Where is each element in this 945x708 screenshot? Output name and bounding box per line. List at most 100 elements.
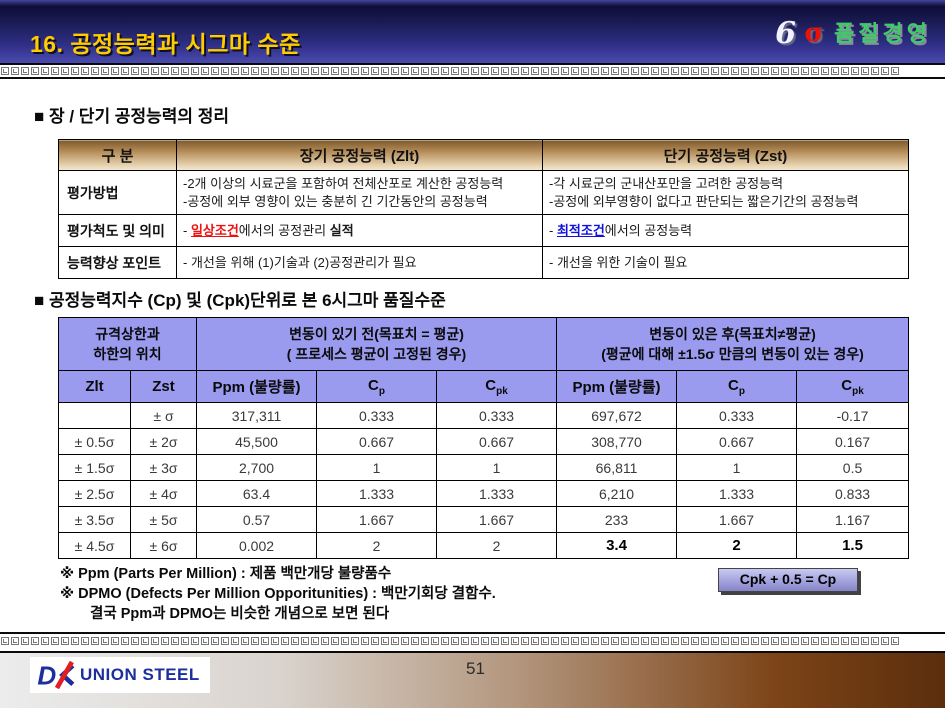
meander-tile [431,637,439,645]
meander-tile [811,67,819,75]
meander-tile [281,67,289,75]
meander-tile [531,67,539,75]
table-cell: 0.667 [677,429,797,455]
meander-tile [141,67,149,75]
table-row: ± 3.5σ± 5σ0.571.6671.6672331.6671.167 [59,507,909,533]
col-header-longterm: 장기 공정능력 (Zlt) [177,140,543,171]
meander-tile [81,637,89,645]
meander-tile [601,637,609,645]
dk-logo-icon: D [36,661,76,689]
company-logo: D UNION STEEL [30,657,210,693]
meander-tile [181,67,189,75]
table-cell: 0.333 [677,403,797,429]
meander-tile [551,67,559,75]
meander-tile [731,67,739,75]
header-text: C [485,377,496,394]
meander-tile [731,637,739,645]
meander-tile [111,67,119,75]
table-group-header-row: 규격상한과 하한의 위치 변동이 있기 전(목표치 = 평균) ( 프로세스 평… [59,318,909,371]
table-cell: 0.667 [437,429,557,455]
col-header-cpk-before: Cpk [437,371,557,403]
highlight-red: 일상조건 [191,223,239,238]
meander-tile [321,67,329,75]
table-cell: 0.57 [197,507,317,533]
brand-quality-label: 품질경영 [834,21,931,46]
cell-line: -공정에 외부 영향이 있는 충분히 긴 기간동안의 공정능력 [183,193,536,211]
meander-tile [471,67,479,75]
table-cell: 697,672 [557,403,677,429]
meander-tile [891,67,899,75]
meander-tile [361,67,369,75]
meander-tile [81,67,89,75]
meander-tile [621,67,629,75]
meander-tile [71,637,79,645]
meander-tile [651,637,659,645]
meander-tile [161,637,169,645]
meander-tile [591,637,599,645]
table-cell: 1 [437,455,557,481]
meander-tile [111,637,119,645]
meander-tile [531,637,539,645]
meander-tile [671,67,679,75]
table-cell: 233 [557,507,677,533]
meander-tile [481,637,489,645]
meander-tile [501,67,509,75]
table-cell: 0.002 [197,533,317,559]
row-label: 평가방법 [59,171,177,215]
meander-tile [541,637,549,645]
meander-tile [381,637,389,645]
meander-tile [211,637,219,645]
meander-tile [711,67,719,75]
table-cell: ± 1.5σ [59,455,131,481]
meander-tile [561,67,569,75]
meander-tile [721,67,729,75]
meander-tile [331,637,339,645]
meander-tile [291,67,299,75]
meander-tile [61,637,69,645]
table-cell: ± 0.5σ [59,429,131,455]
meander-tile [661,637,669,645]
table-row: ± σ317,3110.3330.333697,6720.333-0.17 [59,403,909,429]
meander-tile [371,67,379,75]
meander-tile [841,67,849,75]
meander-tile [691,67,699,75]
meander-tile [261,637,269,645]
table-cell: -2개 이상의 시료군을 포함하여 전체산포로 계산한 공정능력 -공정에 외부… [177,171,543,215]
col-header-shortterm: 단기 공정능력 (Zst) [543,140,909,171]
brand-six: 6 [775,16,796,51]
meander-tile [641,637,649,645]
col-header-category: 구 분 [59,140,177,171]
meander-tile [691,637,699,645]
meander-tile [571,637,579,645]
meander-tile [91,67,99,75]
header-text: C [728,377,739,394]
header-text: Zst [152,378,175,395]
meander-tile [501,637,509,645]
meander-tile [801,637,809,645]
meander-tile [821,637,829,645]
meander-tile [571,67,579,75]
meander-tile [751,67,759,75]
row-label: 능력향상 포인트 [59,247,177,279]
meander-tile [681,67,689,75]
col-header-cp-after: Cp [677,371,797,403]
meander-tile [131,637,139,645]
table-cell: ± σ [131,403,197,429]
meander-tile [521,637,529,645]
meander-tile [351,67,359,75]
row-label: 평가척도 및 의미 [59,215,177,247]
table-cell: 0.333 [437,403,557,429]
header-text: C [368,377,379,394]
table-cell: - 일상조건에서의 공정관리 실적 [177,215,543,247]
table-cell: 1.667 [317,507,437,533]
meander-tile [251,67,259,75]
table-cell: ± 3σ [131,455,197,481]
meander-tile [621,637,629,645]
highlight-blue: 최적조건 [557,223,605,238]
meander-tile [61,67,69,75]
meander-tile [131,67,139,75]
table-cell: 0.833 [797,481,909,507]
meander-tile [31,637,39,645]
table-cell: -각 시료군의 군내산포만을 고려한 공정능력 -공정에 외부영향이 없다고 판… [543,171,909,215]
meander-tile [1,67,9,75]
